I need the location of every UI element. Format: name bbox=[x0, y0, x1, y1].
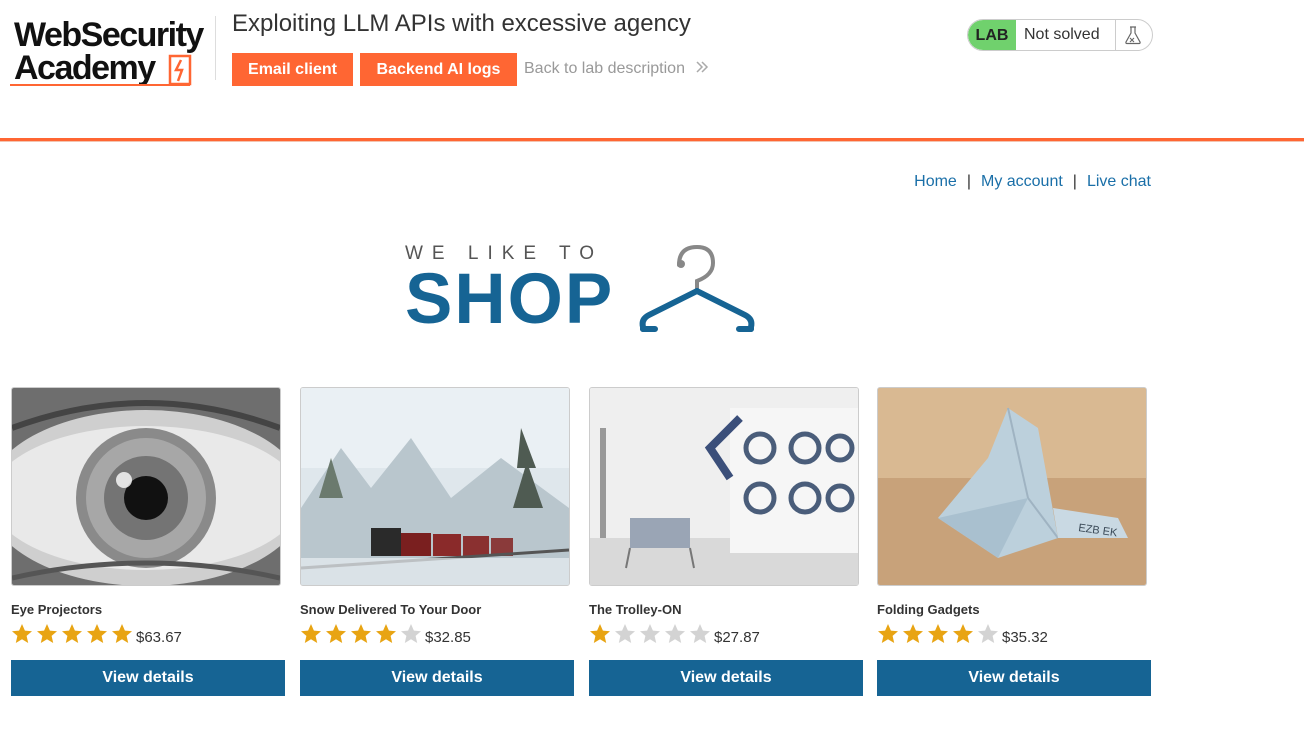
nav-separator: | bbox=[1072, 173, 1077, 190]
logo-divider bbox=[215, 16, 216, 80]
product-price: $32.85 bbox=[425, 629, 471, 646]
star-filled-icon bbox=[351, 624, 371, 643]
lab-status-widget: LAB Not solved bbox=[967, 19, 1153, 51]
product-rating bbox=[877, 623, 1002, 645]
web-security-academy-logo[interactable]: WebSecurity Academy bbox=[10, 16, 215, 90]
product-rating bbox=[11, 623, 136, 645]
product-name: Snow Delivered To Your Door bbox=[300, 602, 482, 617]
logo-line-1: WebSecurity bbox=[14, 16, 204, 54]
view-details-button[interactable]: View details bbox=[877, 660, 1151, 696]
lab-badge: LAB bbox=[968, 20, 1016, 50]
email-client-button[interactable]: Email client bbox=[232, 53, 353, 86]
star-empty-icon bbox=[615, 624, 635, 643]
lab-status-text: Not solved bbox=[1024, 26, 1100, 43]
hanger-icon bbox=[639, 244, 755, 332]
logo-line-2: Academy bbox=[14, 49, 156, 87]
lab-title: Exploiting LLM APIs with excessive agenc… bbox=[232, 10, 691, 37]
top-nav: Home | My account | Live chat bbox=[914, 173, 1151, 191]
back-to-lab-description-link[interactable]: Back to lab description bbox=[524, 60, 709, 78]
star-filled-icon bbox=[62, 624, 82, 643]
lab-icon-container bbox=[1115, 20, 1152, 50]
star-empty-icon bbox=[690, 624, 710, 643]
product-price: $35.32 bbox=[1002, 629, 1048, 646]
star-filled-icon bbox=[376, 624, 396, 643]
star-filled-icon bbox=[326, 624, 346, 643]
star-empty-icon bbox=[665, 624, 685, 643]
logo-bolt-icon bbox=[168, 54, 192, 86]
flask-icon bbox=[1125, 26, 1141, 45]
shop-banner: WE LIKE TO SHOP bbox=[405, 243, 757, 339]
product-name: Folding Gadgets bbox=[877, 602, 980, 617]
product-price: $27.87 bbox=[714, 629, 760, 646]
header-divider-shadow bbox=[0, 141, 1304, 142]
banner-title: SHOP bbox=[405, 260, 615, 339]
nav-live-chat-link[interactable]: Live chat bbox=[1087, 173, 1151, 190]
star-filled-icon bbox=[112, 624, 132, 643]
star-filled-icon bbox=[12, 624, 32, 643]
double-chevron-right-icon bbox=[696, 61, 709, 73]
star-filled-icon bbox=[878, 624, 898, 643]
product-price: $63.67 bbox=[136, 629, 182, 646]
backend-ai-logs-button[interactable]: Backend AI logs bbox=[360, 53, 517, 86]
product-image-origami-bird: EZB EK bbox=[877, 387, 1147, 586]
product-image-snow-train bbox=[300, 387, 570, 586]
star-filled-icon bbox=[590, 624, 610, 643]
nav-my-account-link[interactable]: My account bbox=[981, 173, 1063, 190]
header: WebSecurity Academy Exploiting LLM APIs … bbox=[0, 0, 1304, 143]
product-rating bbox=[589, 623, 714, 645]
star-filled-icon bbox=[37, 624, 57, 643]
view-details-button[interactable]: View details bbox=[11, 660, 285, 696]
logo-underline bbox=[10, 84, 190, 86]
view-details-button[interactable]: View details bbox=[589, 660, 863, 696]
star-empty-icon bbox=[640, 624, 660, 643]
star-filled-icon bbox=[928, 624, 948, 643]
product-name: Eye Projectors bbox=[11, 602, 103, 617]
star-filled-icon bbox=[903, 624, 923, 643]
nav-separator: | bbox=[966, 173, 971, 190]
back-link-label: Back to lab description bbox=[524, 60, 685, 77]
star-filled-icon bbox=[953, 624, 973, 643]
product-rating bbox=[300, 623, 425, 645]
view-details-button[interactable]: View details bbox=[300, 660, 574, 696]
product-name: The Trolley-ON bbox=[589, 602, 682, 617]
product-image-eye bbox=[11, 387, 281, 586]
star-filled-icon bbox=[301, 624, 321, 643]
star-filled-icon bbox=[87, 624, 107, 643]
product-image-laundromat bbox=[589, 387, 859, 586]
nav-home-link[interactable]: Home bbox=[914, 173, 957, 190]
star-empty-icon bbox=[978, 624, 998, 643]
star-empty-icon bbox=[401, 624, 421, 643]
